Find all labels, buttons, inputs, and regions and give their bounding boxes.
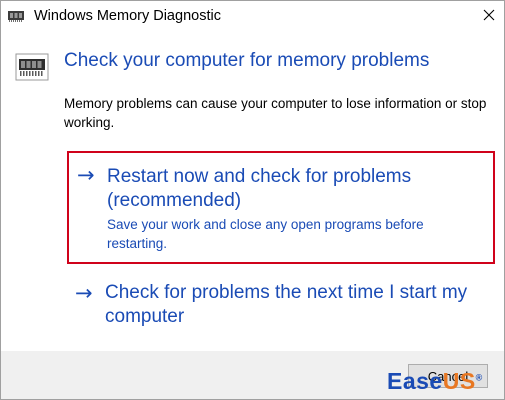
close-button[interactable] (474, 1, 504, 32)
close-icon (483, 8, 495, 26)
memory-diagnostic-window: Windows Memory Diagnostic Check your com… (0, 0, 505, 400)
memory-chip-icon (15, 53, 49, 81)
check-next-start-title: Check for problems the next time I start… (105, 282, 468, 327)
description-text: Memory problems can cause your computer … (64, 96, 487, 130)
right-arrow-icon: → (75, 281, 93, 305)
window-title: Windows Memory Diagnostic (34, 8, 221, 24)
restart-now-subtitle: Save your work and close any open progra… (107, 217, 424, 251)
restart-now-title: Restart now and check for problems (reco… (107, 166, 412, 211)
title-bar[interactable]: Windows Memory Diagnostic (1, 1, 504, 32)
watermark-registered: ® (475, 372, 483, 383)
easeus-watermark-logo: EaseUS® (387, 368, 483, 395)
watermark-part1: Ease (387, 368, 443, 394)
right-arrow-icon: → (77, 163, 95, 187)
main-heading: Check your computer for memory problems (64, 50, 430, 71)
memory-chip-icon (7, 8, 25, 23)
check-next-start-option[interactable]: → Check for problems the next time I sta… (67, 279, 495, 335)
watermark-part2: US (442, 368, 476, 394)
restart-now-option[interactable]: → Restart now and check for problems (re… (67, 151, 495, 264)
